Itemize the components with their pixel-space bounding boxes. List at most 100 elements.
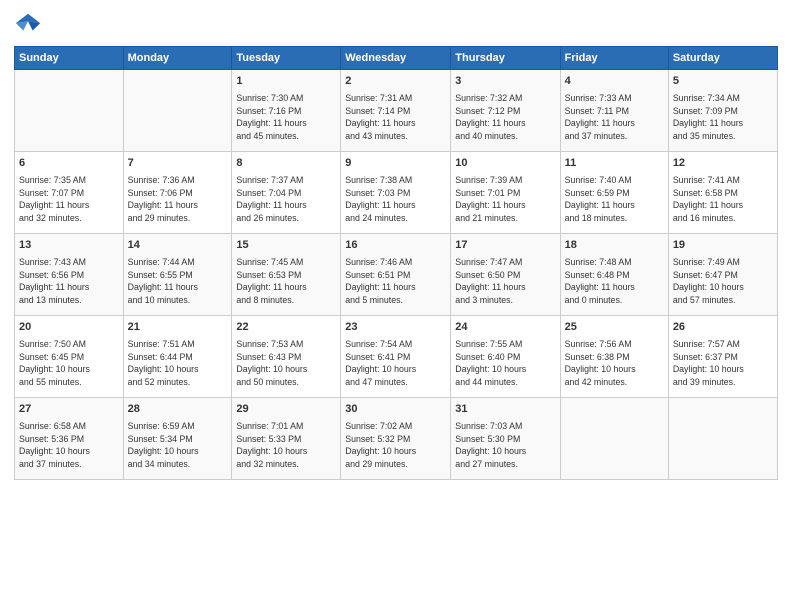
day-number: 21 — [128, 320, 228, 336]
calendar-cell: 4 Sunrise: 7:33 AM Sunset: 7:11 PM Daylig… — [560, 70, 668, 152]
weekday-header-sunday: Sunday — [15, 47, 124, 70]
calendar-cell: 27Sunrise: 6:58 AM Sunset: 5:36 PM Dayli… — [15, 398, 124, 480]
calendar-cell: 16 Sunrise: 7:46 AM Sunset: 6:51 PM Dayli… — [341, 234, 451, 316]
calendar-week-3: 13 Sunrise: 7:43 AM Sunset: 6:56 PM Dayli… — [15, 234, 778, 316]
day-info: Sunrise: 7:40 AM Sunset: 6:59 PM Dayligh… — [565, 174, 664, 225]
day-info: Sunrise: 7:30 AM Sunset: 7:16 PM Dayligh… — [236, 92, 336, 143]
calendar-week-1: 1 Sunrise: 7:30 AM Sunset: 7:16 PM Daylig… — [15, 70, 778, 152]
day-info: Sunrise: 7:31 AM Sunset: 7:14 PM Dayligh… — [345, 92, 446, 143]
day-info: Sunrise: 7:46 AM Sunset: 6:51 PM Dayligh… — [345, 256, 446, 307]
day-info: Sunrise: 7:45 AM Sunset: 6:53 PM Dayligh… — [236, 256, 336, 307]
calendar-cell: 3 Sunrise: 7:32 AM Sunset: 7:12 PM Daylig… — [451, 70, 560, 152]
day-info: Sunrise: 7:33 AM Sunset: 7:11 PM Dayligh… — [565, 92, 664, 143]
day-number: 30 — [345, 402, 446, 418]
day-info: Sunrise: 7:02 AM Sunset: 5:32 PM Dayligh… — [345, 420, 446, 471]
day-number: 29 — [236, 402, 336, 418]
day-info: Sunrise: 7:03 AM Sunset: 5:30 PM Dayligh… — [455, 420, 555, 471]
day-info: Sunrise: 7:38 AM Sunset: 7:03 PM Dayligh… — [345, 174, 446, 225]
day-info: Sunrise: 7:48 AM Sunset: 6:48 PM Dayligh… — [565, 256, 664, 307]
day-info: Sunrise: 7:37 AM Sunset: 7:04 PM Dayligh… — [236, 174, 336, 225]
calendar-cell: 14Sunrise: 7:44 AM Sunset: 6:55 PM Dayli… — [123, 234, 232, 316]
weekday-header-row: SundayMondayTuesdayWednesdayThursdayFrid… — [15, 47, 778, 70]
day-info: Sunrise: 7:54 AM Sunset: 6:41 PM Dayligh… — [345, 338, 446, 389]
calendar-cell: 10 Sunrise: 7:39 AM Sunset: 7:01 PM Dayli… — [451, 152, 560, 234]
calendar-cell: 30 Sunrise: 7:02 AM Sunset: 5:32 PM Dayli… — [341, 398, 451, 480]
day-info: Sunrise: 7:49 AM Sunset: 6:47 PM Dayligh… — [673, 256, 773, 307]
day-number: 6 — [19, 156, 119, 172]
calendar-cell: 7 Sunrise: 7:36 AM Sunset: 7:06 PM Daylig… — [123, 152, 232, 234]
day-info: Sunrise: 7:39 AM Sunset: 7:01 PM Dayligh… — [455, 174, 555, 225]
day-number: 31 — [455, 402, 555, 418]
day-info: Sunrise: 7:32 AM Sunset: 7:12 PM Dayligh… — [455, 92, 555, 143]
calendar-cell: 22 Sunrise: 7:53 AM Sunset: 6:43 PM Dayli… — [232, 316, 341, 398]
calendar-cell: 18 Sunrise: 7:48 AM Sunset: 6:48 PM Dayli… — [560, 234, 668, 316]
day-number: 4 — [565, 74, 664, 90]
calendar-table: SundayMondayTuesdayWednesdayThursdayFrid… — [14, 46, 778, 480]
day-info: Sunrise: 7:53 AM Sunset: 6:43 PM Dayligh… — [236, 338, 336, 389]
day-number: 10 — [455, 156, 555, 172]
calendar-cell: 17Sunrise: 7:47 AM Sunset: 6:50 PM Dayli… — [451, 234, 560, 316]
calendar-cell: 31 Sunrise: 7:03 AM Sunset: 5:30 PM Dayli… — [451, 398, 560, 480]
day-number: 25 — [565, 320, 664, 336]
day-number: 1 — [236, 74, 336, 90]
calendar-cell: 19 Sunrise: 7:49 AM Sunset: 6:47 PM Dayli… — [668, 234, 777, 316]
calendar-cell — [15, 70, 124, 152]
calendar-cell: 26Sunrise: 7:57 AM Sunset: 6:37 PM Dayli… — [668, 316, 777, 398]
day-number: 8 — [236, 156, 336, 172]
weekday-header-wednesday: Wednesday — [341, 47, 451, 70]
calendar-cell: 9 Sunrise: 7:38 AM Sunset: 7:03 PM Daylig… — [341, 152, 451, 234]
calendar-cell: 28 Sunrise: 6:59 AM Sunset: 5:34 PM Dayli… — [123, 398, 232, 480]
weekday-header-tuesday: Tuesday — [232, 47, 341, 70]
calendar-week-5: 27Sunrise: 6:58 AM Sunset: 5:36 PM Dayli… — [15, 398, 778, 480]
day-info: Sunrise: 7:43 AM Sunset: 6:56 PM Dayligh… — [19, 256, 119, 307]
day-info: Sunrise: 7:56 AM Sunset: 6:38 PM Dayligh… — [565, 338, 664, 389]
calendar-cell: 24Sunrise: 7:55 AM Sunset: 6:40 PM Dayli… — [451, 316, 560, 398]
day-number: 9 — [345, 156, 446, 172]
day-info: Sunrise: 7:47 AM Sunset: 6:50 PM Dayligh… — [455, 256, 555, 307]
day-number: 23 — [345, 320, 446, 336]
calendar-cell: 20Sunrise: 7:50 AM Sunset: 6:45 PM Dayli… — [15, 316, 124, 398]
calendar-cell: 29 Sunrise: 7:01 AM Sunset: 5:33 PM Dayli… — [232, 398, 341, 480]
weekday-header-monday: Monday — [123, 47, 232, 70]
day-info: Sunrise: 7:01 AM Sunset: 5:33 PM Dayligh… — [236, 420, 336, 471]
calendar-cell — [123, 70, 232, 152]
day-number: 26 — [673, 320, 773, 336]
calendar-cell: 21 Sunrise: 7:51 AM Sunset: 6:44 PM Dayli… — [123, 316, 232, 398]
calendar-cell: 25 Sunrise: 7:56 AM Sunset: 6:38 PM Dayli… — [560, 316, 668, 398]
calendar-cell: 11 Sunrise: 7:40 AM Sunset: 6:59 PM Dayli… — [560, 152, 668, 234]
header — [14, 10, 778, 38]
day-number: 7 — [128, 156, 228, 172]
day-number: 28 — [128, 402, 228, 418]
day-number: 16 — [345, 238, 446, 254]
day-number: 15 — [236, 238, 336, 254]
day-number: 13 — [19, 238, 119, 254]
day-number: 18 — [565, 238, 664, 254]
day-info: Sunrise: 7:35 AM Sunset: 7:07 PM Dayligh… — [19, 174, 119, 225]
day-number: 12 — [673, 156, 773, 172]
calendar-cell: 5Sunrise: 7:34 AM Sunset: 7:09 PM Daylig… — [668, 70, 777, 152]
calendar-cell — [668, 398, 777, 480]
weekday-header-saturday: Saturday — [668, 47, 777, 70]
day-number: 22 — [236, 320, 336, 336]
day-info: Sunrise: 6:59 AM Sunset: 5:34 PM Dayligh… — [128, 420, 228, 471]
calendar-cell: 15 Sunrise: 7:45 AM Sunset: 6:53 PM Dayli… — [232, 234, 341, 316]
day-info: Sunrise: 7:41 AM Sunset: 6:58 PM Dayligh… — [673, 174, 773, 225]
day-number: 24 — [455, 320, 555, 336]
logo-icon — [14, 10, 42, 38]
day-number: 3 — [455, 74, 555, 90]
calendar-cell: 8 Sunrise: 7:37 AM Sunset: 7:04 PM Daylig… — [232, 152, 341, 234]
day-info: Sunrise: 7:50 AM Sunset: 6:45 PM Dayligh… — [19, 338, 119, 389]
day-number: 19 — [673, 238, 773, 254]
day-info: Sunrise: 7:36 AM Sunset: 7:06 PM Dayligh… — [128, 174, 228, 225]
calendar-week-2: 6 Sunrise: 7:35 AM Sunset: 7:07 PM Daylig… — [15, 152, 778, 234]
day-info: Sunrise: 7:51 AM Sunset: 6:44 PM Dayligh… — [128, 338, 228, 389]
day-number: 14 — [128, 238, 228, 254]
day-number: 11 — [565, 156, 664, 172]
weekday-header-friday: Friday — [560, 47, 668, 70]
calendar-cell — [560, 398, 668, 480]
calendar-cell: 6 Sunrise: 7:35 AM Sunset: 7:07 PM Daylig… — [15, 152, 124, 234]
day-number: 27 — [19, 402, 119, 418]
calendar-week-4: 20Sunrise: 7:50 AM Sunset: 6:45 PM Dayli… — [15, 316, 778, 398]
weekday-header-thursday: Thursday — [451, 47, 560, 70]
calendar-cell: 13 Sunrise: 7:43 AM Sunset: 6:56 PM Dayli… — [15, 234, 124, 316]
